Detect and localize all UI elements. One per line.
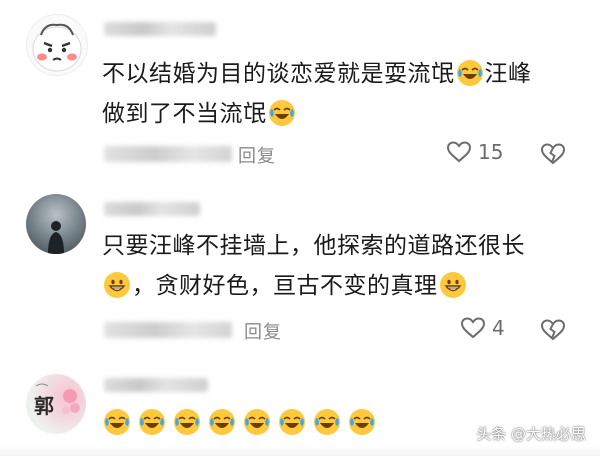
bottom-fade xyxy=(0,446,600,456)
laugh-cry-emoji-icon xyxy=(103,408,132,437)
laugh-cry-emoji-icon xyxy=(268,99,296,127)
like-count: 4 xyxy=(492,316,505,340)
like-count: 15 xyxy=(478,140,504,164)
laugh-cry-emoji-icon xyxy=(348,408,377,437)
comment-text: 汪峰 xyxy=(484,61,532,87)
reply-button[interactable]: 回复 xyxy=(238,142,276,168)
laugh-cry-emoji-icon xyxy=(313,408,342,437)
comment-text: 只要汪峰不挂墙上，他探索的道路还很长 xyxy=(102,233,525,259)
silhouette-person-icon xyxy=(48,221,64,254)
comment-text: 不以结婚为目的谈恋爱就是耍流氓 xyxy=(102,61,455,87)
comment-text: 做到了不当流氓 xyxy=(102,101,267,127)
avatar-text: 郭 xyxy=(34,394,54,418)
reply-button[interactable]: 回复 xyxy=(244,318,282,344)
username-blurred[interactable] xyxy=(104,202,200,216)
laugh-cry-emoji-icon xyxy=(138,408,167,437)
username-blurred[interactable] xyxy=(104,378,208,392)
laugh-cry-emoji-icon xyxy=(456,59,484,87)
heart-outline-icon xyxy=(446,141,472,163)
timestamp-blurred xyxy=(104,146,232,162)
grin-emoji-icon xyxy=(439,271,467,299)
broken-heart-icon xyxy=(540,319,566,341)
timestamp-blurred xyxy=(104,322,232,338)
comment-body: 不以结婚为目的谈恋爱就是耍流氓 汪峰 做到了不当流氓 xyxy=(102,54,582,134)
grin-emoji-icon xyxy=(103,271,131,299)
dislike-button[interactable] xyxy=(540,142,566,166)
dislike-button[interactable] xyxy=(540,318,566,342)
username-blurred[interactable] xyxy=(104,22,216,36)
laugh-cry-emoji-icon xyxy=(173,408,202,437)
broken-heart-icon xyxy=(540,143,566,165)
watermark-text: 头条 @大热必思 xyxy=(476,425,586,443)
comment-text: ，贪财好色，亘古不变的真理 xyxy=(132,273,438,299)
laugh-cry-emoji-icon xyxy=(243,408,272,437)
avatar-dark-silhouette[interactable] xyxy=(26,194,86,254)
cartoon-face-icon xyxy=(32,23,82,72)
laugh-cry-emoji-icon xyxy=(278,408,307,437)
like-button[interactable]: 4 xyxy=(460,316,505,340)
avatar-cartoon-face[interactable] xyxy=(26,14,88,76)
comment-body: 只要汪峰不挂墙上，他探索的道路还很长 ，贪财好色，亘古不变的真理 xyxy=(102,226,582,306)
avatar-floral-guo[interactable]: 郭 xyxy=(26,374,86,434)
heart-outline-icon xyxy=(460,317,486,339)
laugh-cry-emoji-icon xyxy=(208,408,237,437)
emoji-row xyxy=(102,408,378,437)
like-button[interactable]: 15 xyxy=(446,140,503,164)
